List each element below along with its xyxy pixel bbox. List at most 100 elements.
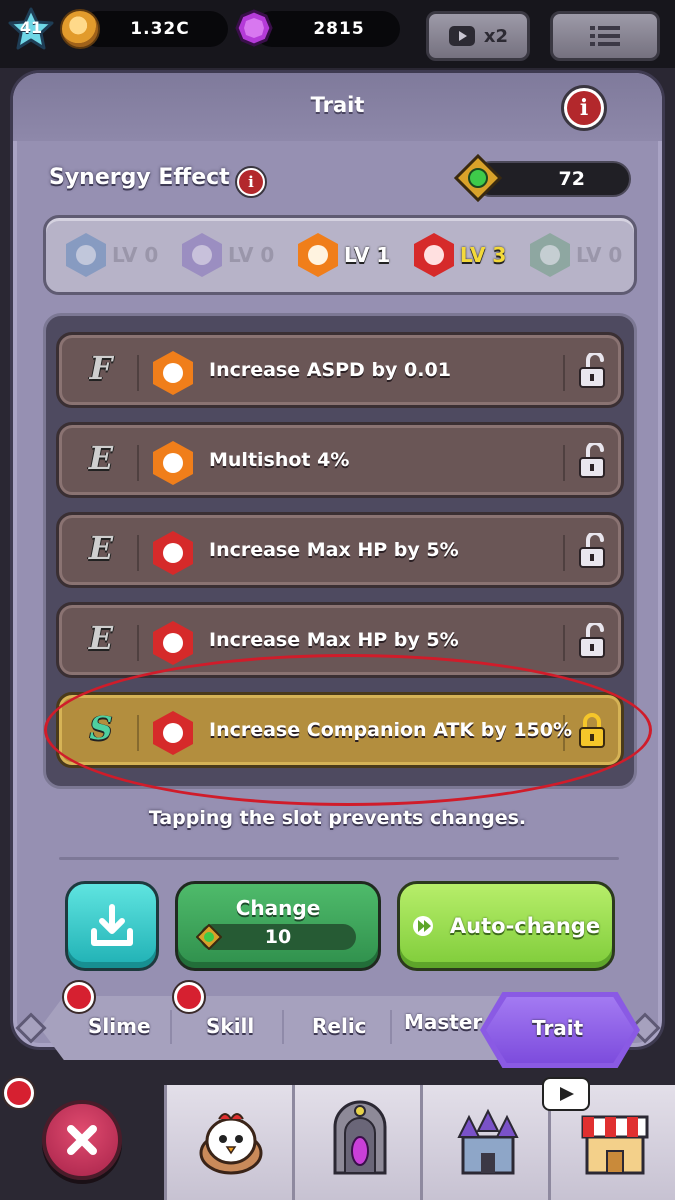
trait-slot-4[interactable]: E Increase Max HP by 5% — [56, 602, 624, 678]
trait-emblem-icon — [153, 351, 193, 395]
tab-slime[interactable]: Slime — [88, 1014, 151, 1038]
notification-dot — [62, 980, 96, 1014]
notification-dot — [2, 1076, 36, 1110]
video-play-icon — [560, 1087, 574, 1101]
nav-chicken-companion[interactable] — [164, 1085, 292, 1200]
synergy-emblem-icon — [66, 233, 106, 277]
trait-emblem-icon — [153, 621, 193, 665]
chicken-icon — [199, 1113, 263, 1175]
green-diamond-gem-icon — [453, 153, 503, 203]
player-level: 41 — [19, 18, 43, 37]
unlocked-padlock-icon[interactable] — [577, 533, 607, 569]
close-button[interactable] — [42, 1100, 122, 1180]
tab-relic[interactable]: Relic — [312, 1014, 367, 1038]
trait-slot-5-locked[interactable]: S Increase Companion ATK by 150% — [56, 692, 624, 768]
fast-forward-icon — [412, 916, 433, 936]
trait-description: Multishot 4% — [209, 449, 350, 471]
download-icon — [91, 904, 133, 946]
shop-stall-icon — [581, 1115, 649, 1175]
section-divider — [59, 857, 619, 860]
unlocked-padlock-icon[interactable] — [577, 353, 607, 389]
coin-counter: 1.32C — [80, 11, 228, 47]
close-icon — [67, 1125, 97, 1155]
nav-portal[interactable] — [292, 1085, 420, 1200]
slot-divider — [137, 625, 139, 661]
synergy-info-button[interactable]: i — [235, 166, 267, 198]
synergy-level-label: LV 1 — [344, 243, 391, 267]
slot-divider — [137, 535, 139, 571]
grade-label: F — [89, 349, 113, 387]
auto-change-label: Auto-change — [449, 914, 601, 938]
info-icon: i — [239, 170, 263, 194]
video-bonus-button[interactable]: x2 — [426, 11, 530, 61]
info-icon: i — [567, 91, 601, 125]
synergy-emblem-icon — [298, 233, 338, 277]
trait-description: Increase Companion ATK by 150% — [209, 719, 573, 741]
top-status-bar: 41 1.32C 2815 x2 — [0, 0, 675, 68]
grade-label: E — [88, 439, 114, 477]
gold-coin-icon — [60, 9, 100, 49]
purple-gem-icon — [235, 9, 273, 47]
tab-separator — [390, 1010, 392, 1044]
synergy-level-label: LV 3 — [460, 243, 507, 267]
synergy-emblem-icon — [414, 233, 454, 277]
trait-description: Increase ASPD by 0.01 — [209, 359, 451, 381]
gem-amount: 2815 — [313, 19, 365, 39]
slot-divider — [137, 445, 139, 481]
locked-padlock-icon[interactable] — [577, 713, 607, 749]
close-area — [0, 1076, 160, 1200]
green-diamond-gem-icon — [196, 924, 222, 950]
synergy-levels-bar: LV 0 LV 0 LV 1 LV 3 LV 0 — [43, 215, 637, 295]
video-play-icon — [448, 26, 475, 46]
change-cost: 10 — [196, 924, 356, 950]
change-cost-value: 10 — [264, 926, 292, 948]
slot-divider — [563, 535, 565, 571]
tab-bar-end-ornament — [15, 1012, 47, 1044]
panel-info-button[interactable]: i — [561, 85, 607, 131]
list-menu-icon — [590, 26, 620, 46]
lock-hint-text: Tapping the slot prevents changes. — [148, 807, 527, 829]
tab-master[interactable]: Master — [404, 1010, 482, 1034]
save-preset-button[interactable] — [65, 881, 159, 971]
trait-slot-3[interactable]: E Increase Max HP by 5% — [56, 512, 624, 588]
synergy-level-5[interactable]: LV 0 — [530, 232, 622, 278]
unlocked-padlock-icon[interactable] — [577, 623, 607, 659]
synergy-level-3[interactable]: LV 1 — [298, 232, 390, 278]
panel-tab-bar: Slime Skill Relic Master Trait — [15, 980, 661, 1068]
trait-description: Increase Max HP by 5% — [209, 629, 459, 651]
synergy-level-label: LV 0 — [112, 243, 159, 267]
trait-slot-list: F Increase ASPD by 0.01 E Multishot 4% E… — [43, 313, 637, 789]
castle-icon — [457, 1108, 519, 1175]
tab-trait-label: Trait — [532, 1016, 584, 1040]
trait-slot-2[interactable]: E Multishot 4% — [56, 422, 624, 498]
change-button[interactable]: Change 10 — [175, 881, 381, 971]
grade-label: E — [88, 529, 114, 567]
unlocked-padlock-icon[interactable] — [577, 443, 607, 479]
trait-panel: Trait i Synergy Effect i 72 LV 0 LV 0 LV… — [10, 70, 665, 1050]
tab-skill[interactable]: Skill — [206, 1014, 254, 1038]
menu-button[interactable] — [550, 11, 660, 61]
trait-emblem-icon — [153, 711, 193, 755]
coin-amount: 1.32C — [130, 19, 190, 39]
notification-dot — [172, 980, 206, 1014]
auto-change-button[interactable]: Auto-change — [397, 881, 615, 971]
tab-separator — [170, 1010, 172, 1044]
trait-emblem-icon — [153, 441, 193, 485]
slot-divider — [563, 355, 565, 391]
nav-castle[interactable] — [420, 1085, 548, 1200]
level-star-badge[interactable]: 41 — [8, 7, 54, 51]
synergy-level-1[interactable]: LV 0 — [66, 232, 158, 278]
slot-divider — [137, 355, 139, 391]
trait-slot-1[interactable]: F Increase ASPD by 0.01 — [56, 332, 624, 408]
synergy-effect-label: Synergy Effect — [49, 165, 230, 190]
synergy-level-2[interactable]: LV 0 — [182, 232, 274, 278]
gem-counter: 2815 — [254, 11, 400, 47]
synergy-level-label: LV 0 — [228, 243, 275, 267]
synergy-emblem-icon — [530, 233, 570, 277]
slot-divider — [563, 625, 565, 661]
video-ad-badge[interactable] — [542, 1077, 590, 1111]
slot-divider — [563, 715, 565, 751]
slot-divider — [563, 445, 565, 481]
grade-label: S — [89, 709, 113, 747]
synergy-level-4[interactable]: LV 3 — [414, 232, 506, 278]
